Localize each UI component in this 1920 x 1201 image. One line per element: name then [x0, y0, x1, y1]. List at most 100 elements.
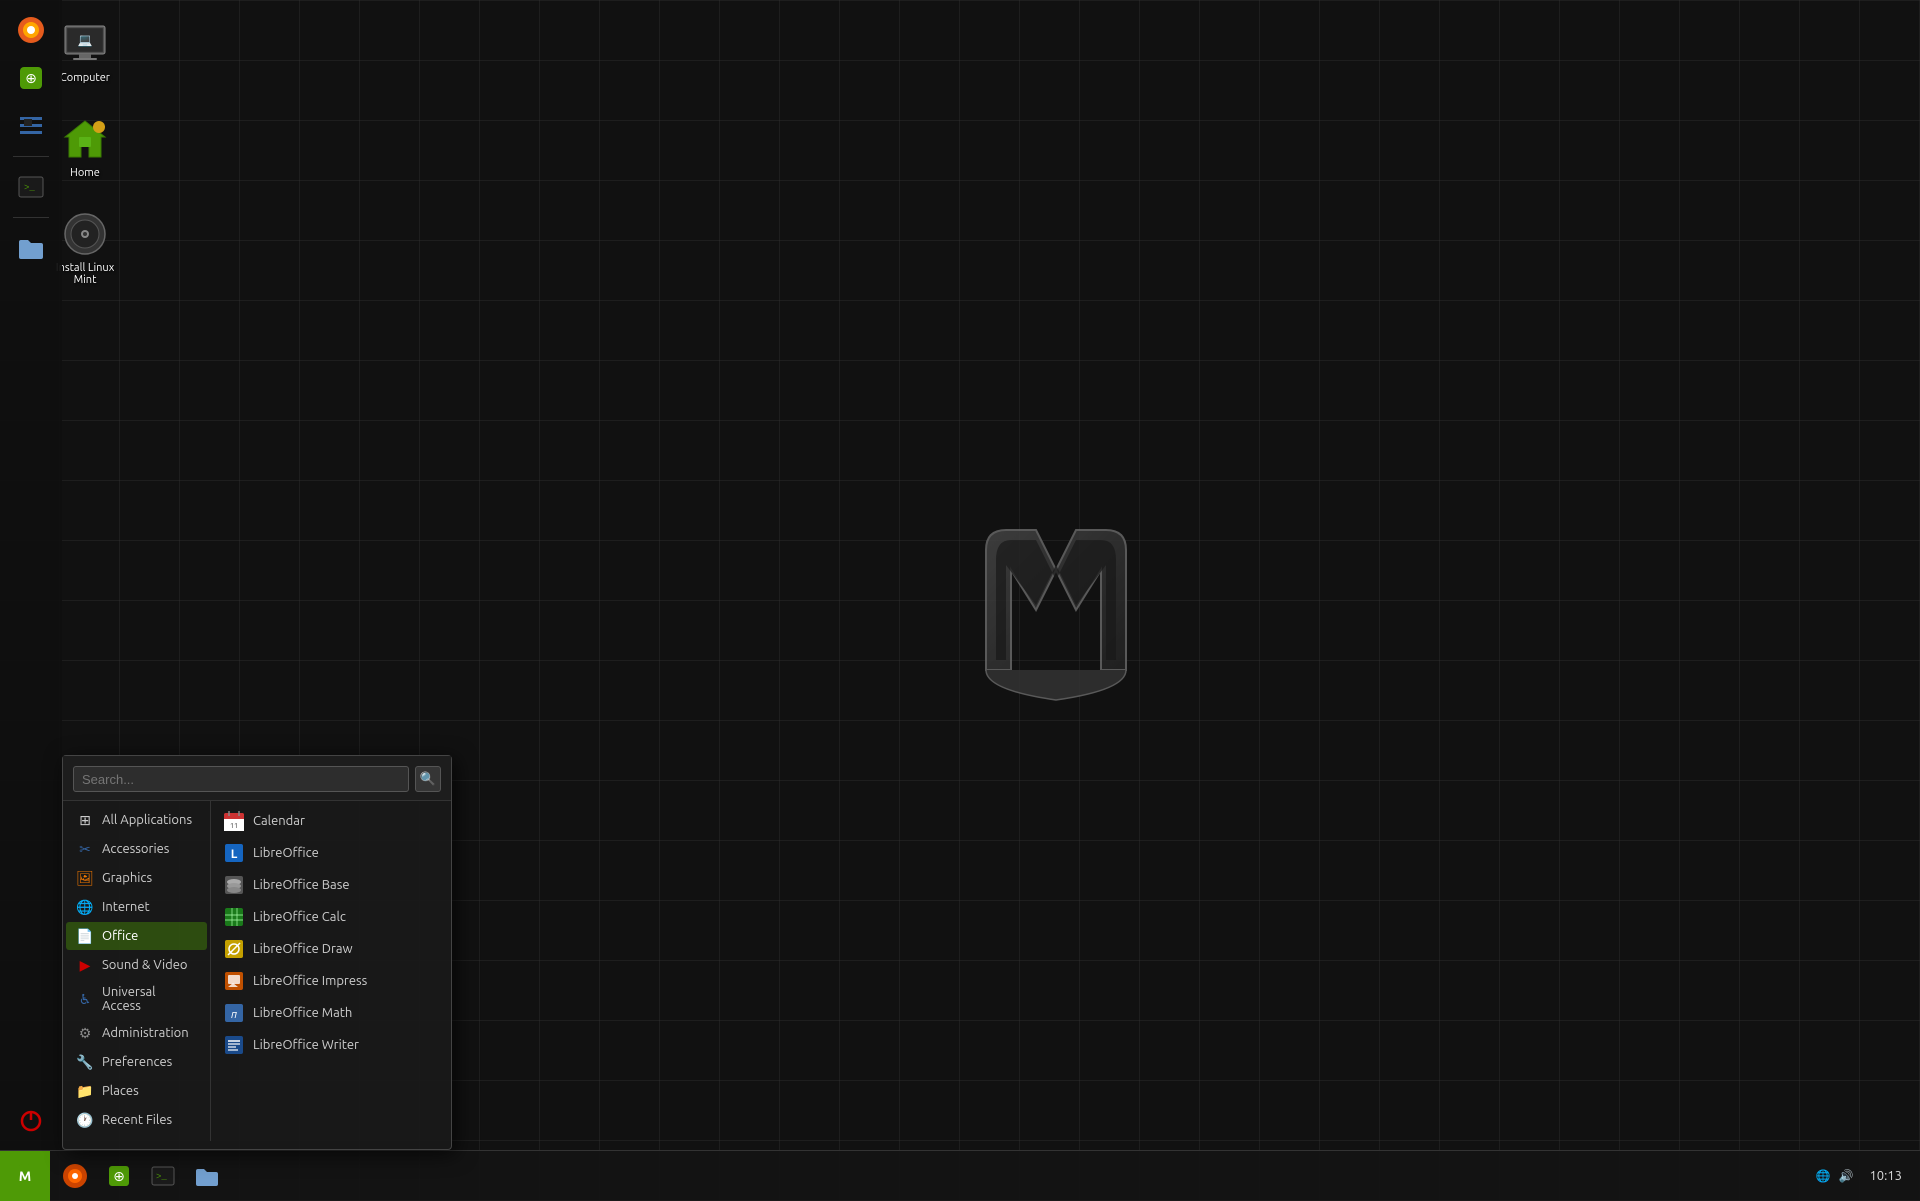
- sound-video-icon: ▶: [76, 956, 94, 974]
- category-accessories[interactable]: ✂ Accessories: [66, 835, 207, 863]
- app-libreoffice[interactable]: L LibreOffice: [211, 837, 451, 869]
- category-preferences-label: Preferences: [102, 1055, 172, 1069]
- lo-calc-label: LibreOffice Calc: [253, 910, 346, 924]
- taskbar-clock: 10:13: [1861, 1169, 1910, 1183]
- svg-text:π: π: [231, 1009, 237, 1021]
- app-calendar[interactable]: 11 Calendar: [211, 805, 451, 837]
- app-lo-draw[interactable]: LibreOffice Draw: [211, 933, 451, 965]
- lo-impress-icon: [223, 970, 245, 992]
- office-icon: 📄: [76, 927, 94, 945]
- graphics-icon: 🖼: [76, 869, 94, 887]
- launcher-separator: [13, 156, 49, 157]
- category-office-label: Office: [102, 929, 138, 943]
- category-universal-access-label: Universal Access: [102, 985, 197, 1013]
- category-all-applications[interactable]: ⊞ All Applications: [66, 806, 207, 834]
- menu-categories: ⊞ All Applications ✂ Accessories 🖼 Graph…: [63, 801, 211, 1141]
- lo-math-icon: π: [223, 1002, 245, 1024]
- libreoffice-label: LibreOffice: [253, 846, 319, 860]
- lo-writer-label: LibreOffice Writer: [253, 1038, 359, 1052]
- category-internet[interactable]: 🌐 Internet: [66, 893, 207, 921]
- launcher-software[interactable]: ⊕: [9, 56, 53, 100]
- launcher-separator2: [13, 217, 49, 218]
- taskbar-app-software[interactable]: ⊕: [98, 1155, 140, 1197]
- side-launcher: ⊕ >_: [0, 0, 62, 1150]
- menu-body: ⊞ All Applications ✂ Accessories 🖼 Graph…: [63, 801, 451, 1141]
- app-lo-calc[interactable]: LibreOffice Calc: [211, 901, 451, 933]
- calendar-icon: 11: [223, 810, 245, 832]
- app-lo-base[interactable]: LibreOffice Base: [211, 869, 451, 901]
- svg-text:>_: >_: [156, 1172, 167, 1182]
- lo-base-label: LibreOffice Base: [253, 878, 350, 892]
- computer-label: Computer: [60, 72, 110, 84]
- network-icon[interactable]: 🌐: [1816, 1169, 1831, 1183]
- volume-icon[interactable]: 🔊: [1839, 1169, 1854, 1183]
- category-administration[interactable]: ⚙ Administration: [66, 1019, 207, 1047]
- recent-files-icon: 🕐: [76, 1111, 94, 1129]
- administration-icon: ⚙: [76, 1024, 94, 1042]
- taskbar-app-folder[interactable]: [186, 1155, 228, 1197]
- lo-math-label: LibreOffice Math: [253, 1006, 352, 1020]
- desktop: 💻 Computer Home Install Linux Mint: [0, 0, 1920, 1200]
- app-lo-impress[interactable]: LibreOffice Impress: [211, 965, 451, 997]
- taskbar: M ⊕ >_: [0, 1150, 1920, 1200]
- menu-popup: 🔍 ⊞ All Applications ✂ Accessories 🖼 Gra…: [62, 755, 452, 1150]
- category-places[interactable]: 📁 Places: [66, 1077, 207, 1105]
- home-label: Home: [70, 167, 100, 179]
- menu-search-input[interactable]: [73, 766, 409, 792]
- home-icon: [61, 115, 109, 163]
- category-universal-access[interactable]: ♿ Universal Access: [66, 980, 207, 1018]
- mint-logo: [946, 490, 1166, 710]
- svg-text:M: M: [19, 1168, 31, 1184]
- category-preferences[interactable]: 🔧 Preferences: [66, 1048, 207, 1076]
- lo-impress-label: LibreOffice Impress: [253, 974, 367, 988]
- launcher-firefox[interactable]: [9, 8, 53, 52]
- menu-search-bar: 🔍: [63, 756, 451, 801]
- taskbar-tray: 🌐 🔊 10:13: [1806, 1169, 1920, 1183]
- launcher-tasks[interactable]: [9, 104, 53, 148]
- app-lo-math[interactable]: π LibreOffice Math: [211, 997, 451, 1029]
- category-places-label: Places: [102, 1084, 139, 1098]
- category-recent-files-label: Recent Files: [102, 1113, 172, 1127]
- category-sound-video[interactable]: ▶ Sound & Video: [66, 951, 207, 979]
- category-graphics[interactable]: 🖼 Graphics: [66, 864, 207, 892]
- category-administration-label: Administration: [102, 1026, 189, 1040]
- svg-text:💻: 💻: [78, 34, 93, 47]
- lo-draw-icon: [223, 938, 245, 960]
- libreoffice-icon: L: [223, 842, 245, 864]
- lo-writer-icon: [223, 1034, 245, 1056]
- taskbar-start-button[interactable]: M: [0, 1151, 50, 1201]
- preferences-icon: 🔧: [76, 1053, 94, 1071]
- accessories-icon: ✂: [76, 840, 94, 858]
- universal-access-icon: ♿: [76, 990, 94, 1008]
- lo-base-icon: [223, 874, 245, 896]
- install-icon: [61, 210, 109, 258]
- app-lo-writer[interactable]: LibreOffice Writer: [211, 1029, 451, 1061]
- launcher-power[interactable]: [9, 1098, 53, 1142]
- taskbar-app-terminal[interactable]: >_: [142, 1155, 184, 1197]
- internet-icon: 🌐: [76, 898, 94, 916]
- category-graphics-label: Graphics: [102, 871, 152, 885]
- svg-text:⊕: ⊕: [113, 1168, 125, 1184]
- svg-text:>_: >_: [24, 183, 35, 193]
- taskbar-apps: ⊕ >_: [50, 1155, 1806, 1197]
- category-all-label: All Applications: [102, 813, 192, 827]
- category-sound-video-label: Sound & Video: [102, 958, 188, 972]
- lo-calc-icon: [223, 906, 245, 928]
- launcher-folder[interactable]: [9, 226, 53, 270]
- launcher-terminal[interactable]: >_: [9, 165, 53, 209]
- category-office[interactable]: 📄 Office: [66, 922, 207, 950]
- category-accessories-label: Accessories: [102, 842, 169, 856]
- svg-text:L: L: [231, 848, 238, 861]
- places-icon: 📁: [76, 1082, 94, 1100]
- menu-apps: 11 Calendar L LibreOffice: [211, 801, 451, 1141]
- category-recent-files[interactable]: 🕐 Recent Files: [66, 1106, 207, 1134]
- all-applications-icon: ⊞: [76, 811, 94, 829]
- svg-text:⊕: ⊕: [25, 70, 37, 86]
- menu-search-button[interactable]: 🔍: [415, 766, 441, 792]
- taskbar-app-mint[interactable]: [54, 1155, 96, 1197]
- svg-text:11: 11: [230, 822, 238, 830]
- computer-icon: 💻: [61, 20, 109, 68]
- category-internet-label: Internet: [102, 900, 150, 914]
- calendar-label: Calendar: [253, 814, 305, 828]
- lo-draw-label: LibreOffice Draw: [253, 942, 353, 956]
